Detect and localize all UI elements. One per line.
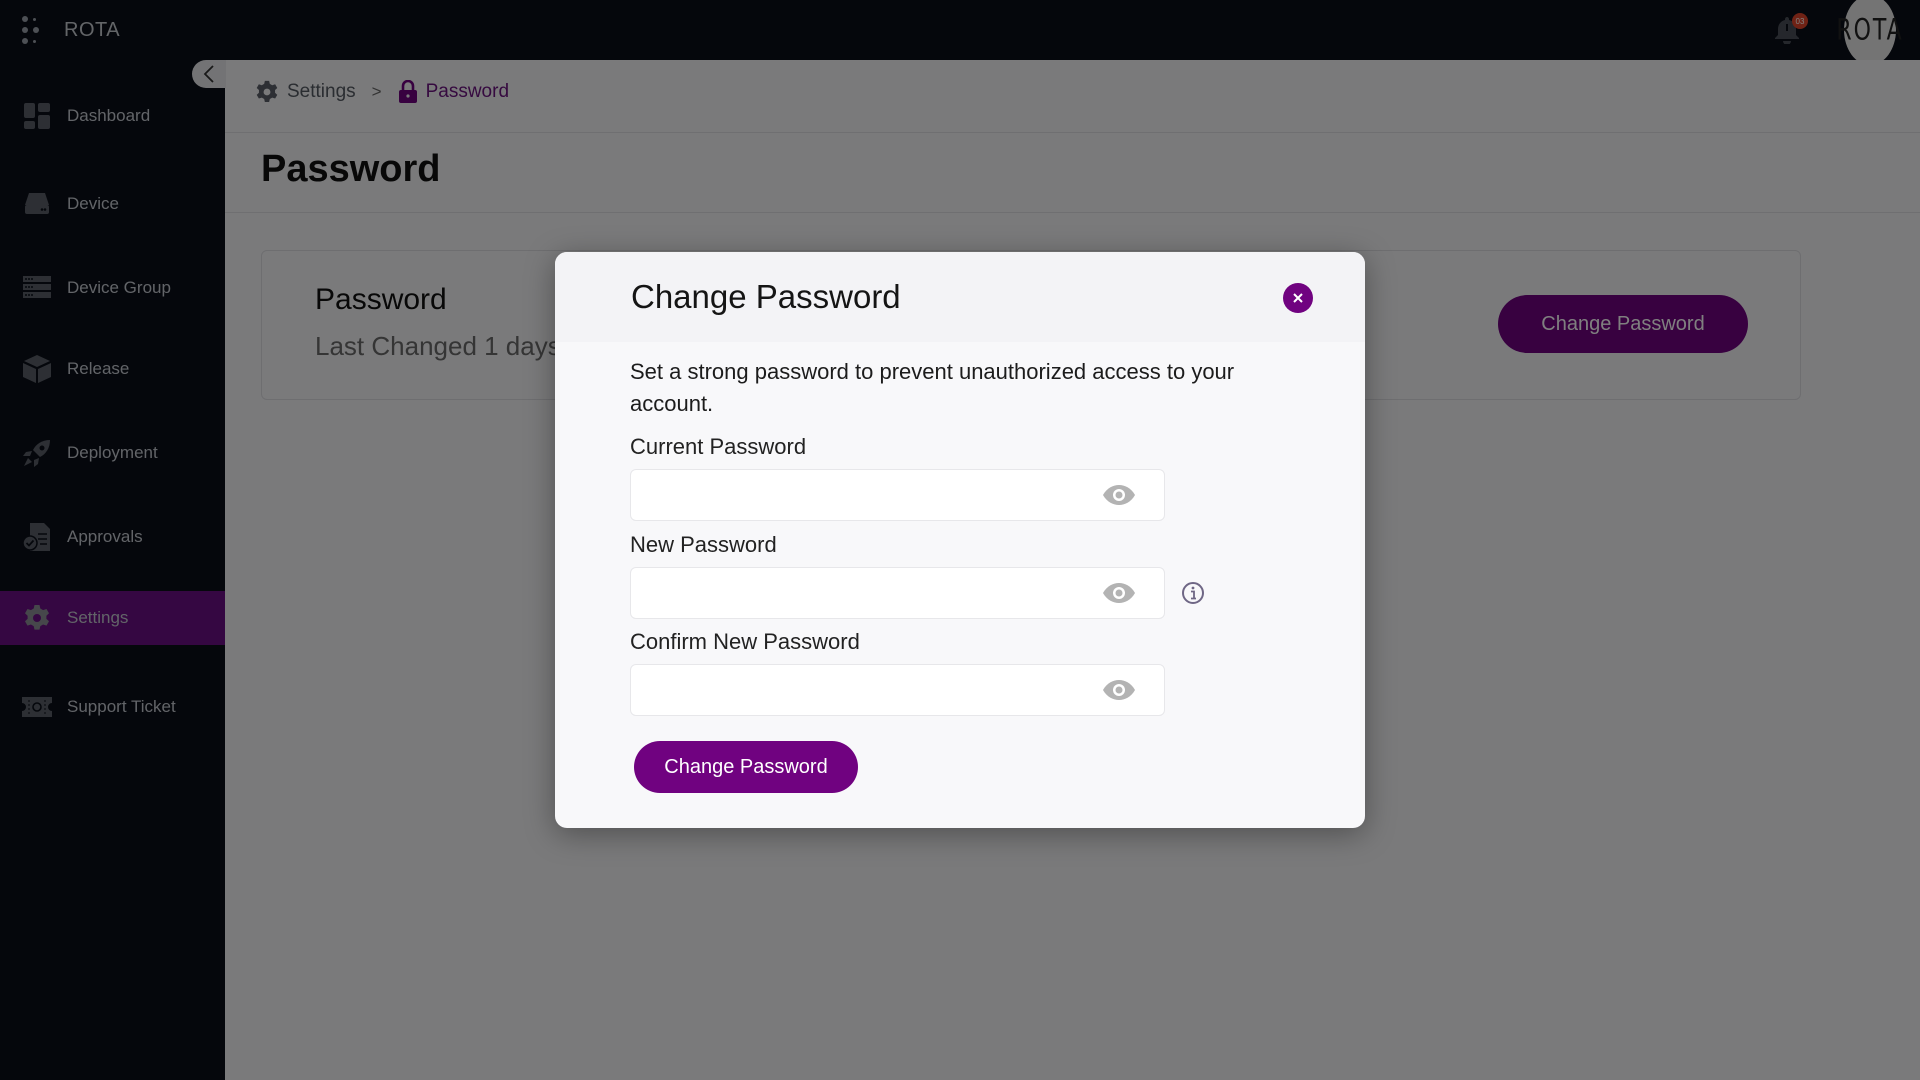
show-password-toggle[interactable] xyxy=(1102,677,1136,703)
confirm-password-input[interactable] xyxy=(631,665,1101,715)
current-password-label: Current Password xyxy=(630,434,807,459)
eye-icon xyxy=(1103,583,1135,603)
new-password-label: New Password xyxy=(630,532,777,557)
close-icon xyxy=(1293,293,1303,303)
change-password-submit-button[interactable]: Change Password xyxy=(634,741,858,793)
show-password-toggle[interactable] xyxy=(1102,580,1136,606)
eye-icon xyxy=(1103,680,1135,700)
modal-title: Change Password xyxy=(631,278,901,315)
modal-description: Set a strong password to prevent unautho… xyxy=(630,359,1235,416)
eye-icon xyxy=(1103,485,1135,505)
current-password-field xyxy=(630,469,1165,521)
new-password-field xyxy=(630,567,1165,619)
info-icon xyxy=(1182,582,1204,604)
confirm-password-field xyxy=(630,664,1165,716)
confirm-password-label: Confirm New Password xyxy=(630,629,860,654)
modal-header: Change Password xyxy=(555,252,1365,342)
change-password-modal: Change Password Set a strong password to… xyxy=(555,252,1365,828)
current-password-input[interactable] xyxy=(631,470,1101,520)
password-requirements-info[interactable] xyxy=(1180,580,1206,606)
show-password-toggle[interactable] xyxy=(1102,482,1136,508)
close-button[interactable] xyxy=(1283,283,1313,313)
new-password-input[interactable] xyxy=(631,568,1101,618)
